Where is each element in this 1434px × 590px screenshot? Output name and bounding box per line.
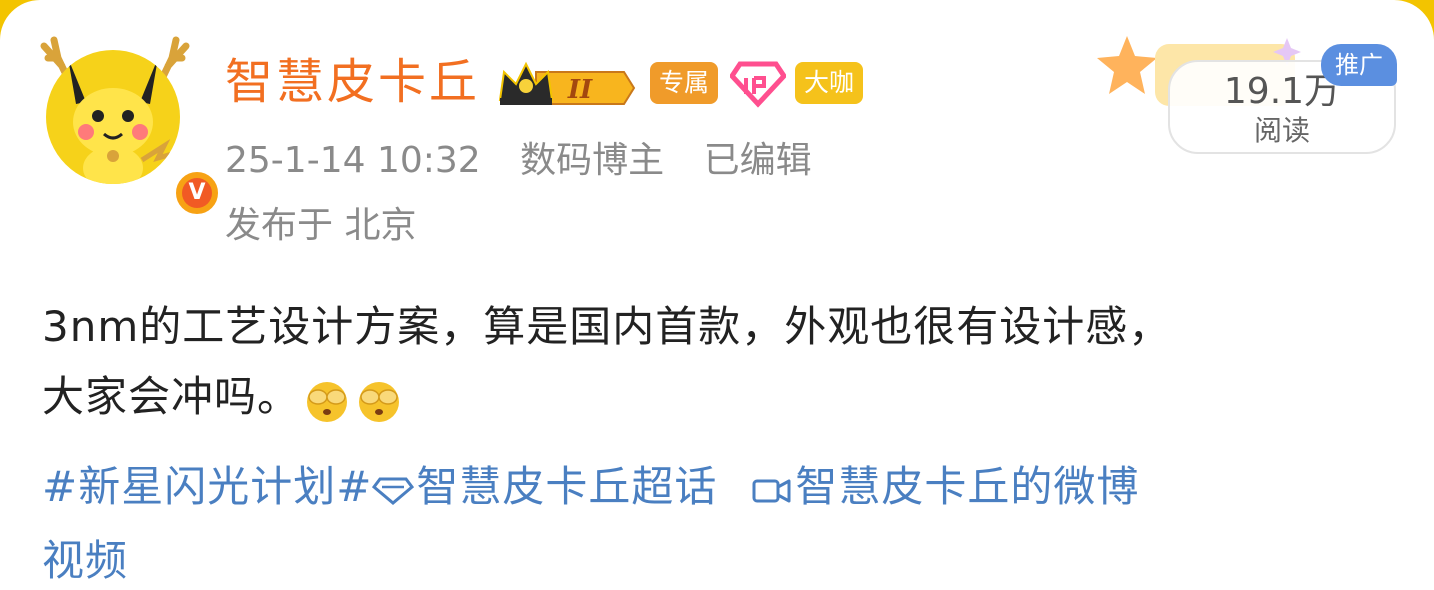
edited-label[interactable]: 已编辑 [704, 140, 812, 181]
super-topic-diamond-icon [372, 477, 415, 505]
promo-badge[interactable]: 推广 [1321, 44, 1397, 86]
post-links: #新星闪光计划# 智慧皮卡丘超话 智慧皮卡丘的微博 视频 [42, 450, 1412, 590]
crown-level-text: II [567, 75, 593, 105]
svip-diamond-icon[interactable] [728, 60, 788, 108]
hashtag-link[interactable]: #新星闪光计划# [42, 462, 372, 511]
post-date: 25-1-14 10:32 [225, 140, 481, 181]
read-label: 阅读 [1253, 114, 1310, 147]
username[interactable]: 智慧皮卡丘 [225, 52, 480, 112]
cover-face-emoji-icon [359, 381, 400, 422]
crown-level-badge[interactable]: II [496, 58, 636, 108]
links-line-1: #新星闪光计划# 智慧皮卡丘超话 智慧皮卡丘的微博 [42, 450, 1412, 524]
post-meta: 25-1-14 10:32 数码博主 已编辑 [225, 135, 840, 187]
post-text-line-2: 大家会冲吗。 [42, 362, 1412, 432]
crown-icon: II [498, 61, 636, 105]
big-shot-tag[interactable]: 大咖 [795, 62, 864, 104]
avatar-image [46, 50, 180, 184]
video-link-continued[interactable]: 视频 [42, 536, 128, 585]
pikachu-icon [68, 58, 173, 184]
weibo-post-card: V 智慧皮卡丘 II 专属 大咖 25-1-14 10:32 数码博主 已编辑 … [0, 0, 1434, 590]
super-topic-link[interactable]: 智慧皮卡丘超话 [416, 462, 717, 511]
post-text-line-1: 3nm的工艺设计方案，算是国内首款，外观也很有设计感， [42, 302, 1172, 351]
post-text-line-2-text: 大家会冲吗。 [42, 372, 301, 421]
author-category[interactable]: 数码博主 [520, 140, 664, 181]
video-camera-icon [752, 479, 791, 502]
post-text: 3nm的工艺设计方案，算是国内首款，外观也很有设计感， 大家会冲吗。 [42, 292, 1412, 432]
video-link[interactable]: 智慧皮卡丘的微博 [795, 462, 1139, 511]
post-location: 发布于 北京 [225, 205, 417, 246]
cover-face-emoji-icon [307, 381, 348, 422]
avatar[interactable]: V [40, 28, 222, 218]
exclusive-tag[interactable]: 专属 [650, 62, 719, 104]
links-line-2: 视频 [42, 524, 1412, 590]
verified-badge-icon: V [172, 168, 222, 218]
